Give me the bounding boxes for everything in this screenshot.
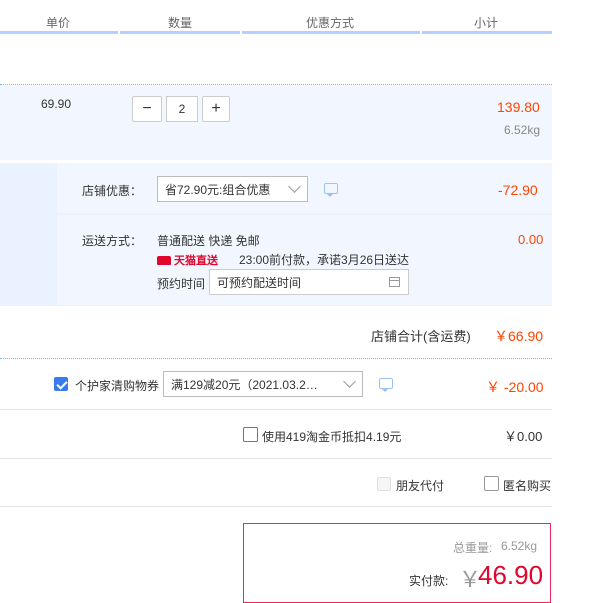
- col-header-qty: 数量: [168, 16, 193, 30]
- shipping-label: 运送方式：: [82, 234, 143, 248]
- coupon-select[interactable]: 满129减20元（2021.03.2…: [163, 371, 363, 397]
- tmall-direct-badge: 天猫直送: [157, 252, 218, 268]
- taojinbi-label: 使用419淘金币抵扣4.19元: [262, 430, 402, 444]
- header-underline: [0, 31, 552, 34]
- coupon-amount: ￥ -20.00: [486, 379, 544, 395]
- divider: [0, 358, 552, 359]
- shop-discount-amount: -72.90: [498, 182, 538, 198]
- coupon-checkbox[interactable]: [54, 377, 68, 391]
- friend-pay-checkbox[interactable]: [377, 477, 391, 491]
- friend-pay-label: 朋友代付: [396, 479, 445, 493]
- calendar-icon: [389, 277, 400, 287]
- reserve-time-input[interactable]: 可预约配送时间: [209, 269, 409, 295]
- shop-discount-select[interactable]: 省72.90元:组合优惠: [157, 176, 308, 202]
- item-weight: 6.52kg: [504, 123, 541, 137]
- order-summary: 总重量: 6.52kg 实付款: ￥ 46.90: [243, 523, 551, 603]
- qty-input[interactable]: 2: [166, 96, 198, 122]
- shop-total-label: 店铺合计(含运费): [371, 329, 471, 344]
- shop-discount-select-value: 省72.90元:组合优惠: [165, 182, 271, 197]
- shop-total-value: ￥66.90: [494, 328, 544, 344]
- item-row: [0, 85, 552, 160]
- chevron-down-icon: [343, 375, 356, 388]
- chevron-down-icon: [288, 180, 301, 193]
- qty-minus-button[interactable]: −: [132, 96, 162, 122]
- item-subtotal: 139.80: [497, 99, 540, 115]
- col-header-discount: 优惠方式: [306, 16, 355, 30]
- tmall-logo-icon: [157, 255, 171, 265]
- reserve-time-label: 预约时间: [157, 277, 206, 291]
- message-icon[interactable]: [324, 183, 338, 197]
- shipping-fee: 0.00: [518, 232, 544, 247]
- delivery-promise: 23:00前付款，承诺3月26日送达: [239, 253, 410, 267]
- col-header-price: 单价: [46, 16, 71, 30]
- unit-price: 69.90: [41, 97, 72, 111]
- taojinbi-amount: ￥0.00: [504, 429, 543, 444]
- anonymous-checkbox[interactable]: [484, 476, 499, 491]
- pay-total: 46.90: [478, 560, 544, 590]
- coupon-label: 个护家清购物券: [75, 379, 160, 393]
- anonymous-label: 匿名购买: [503, 479, 552, 493]
- total-weight-label: 总重量:: [453, 541, 493, 555]
- shop-discount-label: 店铺优惠：: [82, 184, 143, 198]
- col-header-subtotal: 小计: [474, 16, 499, 30]
- taojinbi-checkbox[interactable]: [243, 427, 258, 442]
- total-weight-value: 6.52kg: [501, 539, 538, 553]
- message-icon[interactable]: [379, 378, 393, 392]
- pay-label: 实付款:: [409, 574, 449, 588]
- table-header: 单价 数量 优惠方式 小计: [0, 0, 552, 32]
- shipping-method: 普通配送 快递 免邮: [157, 234, 260, 248]
- qty-plus-button[interactable]: +: [202, 96, 230, 122]
- quantity-stepper[interactable]: − 2 +: [132, 96, 230, 122]
- coupon-select-value: 满129减20元（2021.03.2…: [171, 377, 318, 392]
